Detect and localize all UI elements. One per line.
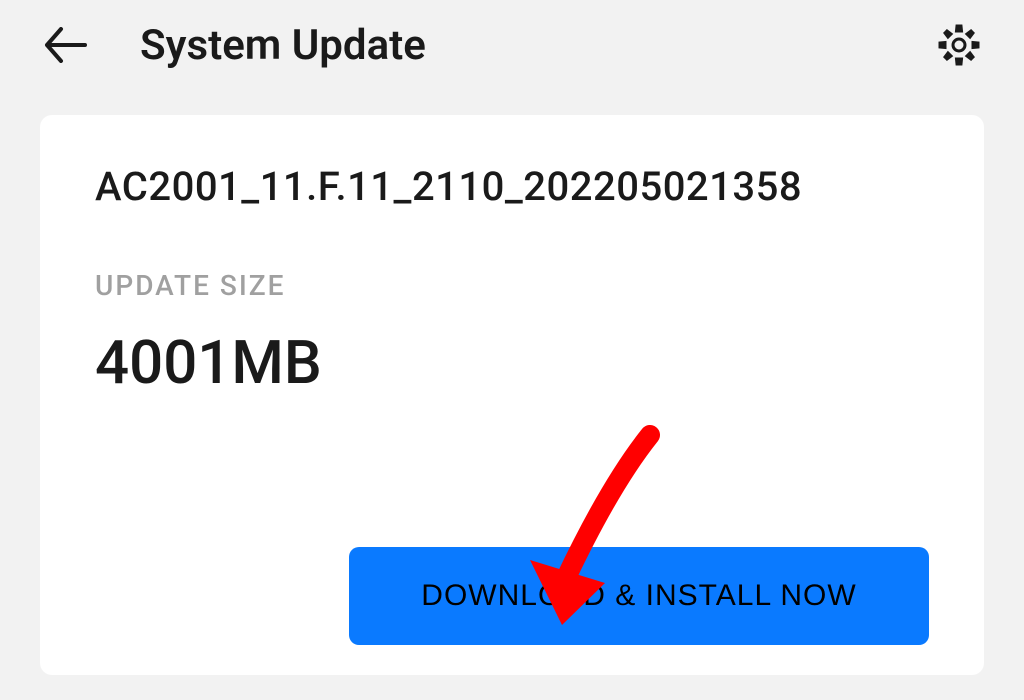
back-button[interactable] xyxy=(40,20,90,70)
update-size-label: UPDATE SIZE xyxy=(95,269,929,302)
update-version: AC2001_11.F.11_2110_202205021358 xyxy=(95,160,929,214)
settings-button[interactable] xyxy=(934,20,984,70)
back-arrow-icon xyxy=(43,27,87,63)
update-card: AC2001_11.F.11_2110_202205021358 UPDATE … xyxy=(40,115,984,675)
gear-icon xyxy=(938,24,980,66)
update-size-value: 4001MB xyxy=(95,327,929,398)
download-install-button[interactable]: DOWNLOAD & INSTALL NOW xyxy=(349,547,929,645)
header-bar: System Update xyxy=(0,0,1024,90)
page-title: System Update xyxy=(140,21,934,70)
